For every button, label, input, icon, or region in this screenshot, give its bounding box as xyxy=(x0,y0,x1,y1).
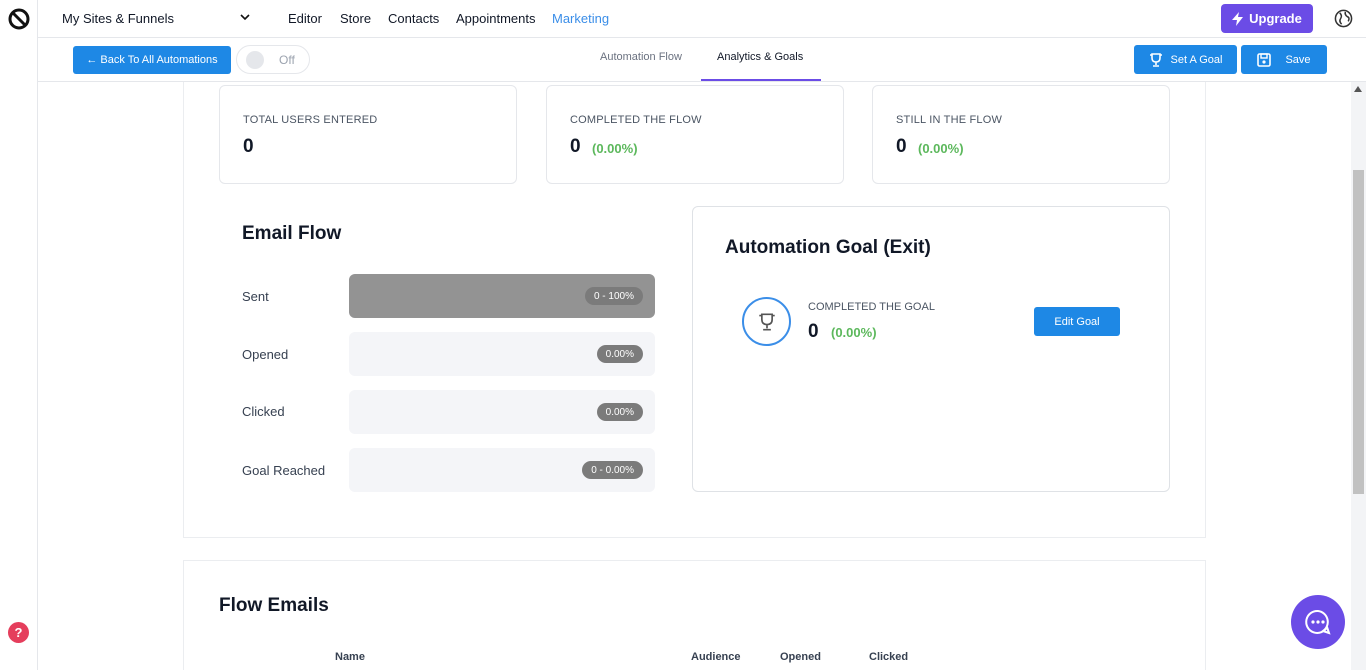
set-goal-label: Set A Goal xyxy=(1170,53,1223,66)
site-select[interactable]: My Sites & Funnels xyxy=(62,11,174,26)
chevron-down-icon[interactable] xyxy=(240,12,250,22)
flow-label-goal-reached: Goal Reached xyxy=(242,463,326,478)
globe-icon[interactable] xyxy=(1334,9,1353,28)
upgrade-label: Upgrade xyxy=(1249,11,1302,26)
flow-badge: 0.00% xyxy=(596,403,643,421)
column-header-opened[interactable]: Opened xyxy=(780,651,821,663)
stat-still-in-flow: STILL IN THE FLOW 0 (0.00%) xyxy=(872,85,1170,184)
edit-goal-button[interactable]: Edit Goal xyxy=(1034,307,1120,336)
top-navigation: My Sites & Funnels Editor Store Contacts… xyxy=(38,0,1366,38)
goal-label: COMPLETED THE GOAL xyxy=(808,301,935,313)
nav-editor[interactable]: Editor xyxy=(288,11,322,26)
lightning-icon xyxy=(1232,11,1244,26)
app-logo-icon[interactable] xyxy=(8,8,30,30)
stat-completed-flow: COMPLETED THE FLOW 0 (0.00%) xyxy=(546,85,844,184)
goal-trophy xyxy=(742,297,791,346)
stat-total-users: TOTAL USERS ENTERED 0 xyxy=(219,85,517,184)
stat-label: STILL IN THE FLOW xyxy=(896,114,1003,126)
stat-percent: (0.00%) xyxy=(592,141,638,156)
upgrade-button[interactable]: Upgrade xyxy=(1221,4,1313,33)
email-flow-title: Email Flow xyxy=(242,223,342,244)
tab-automation-flow[interactable]: Automation Flow xyxy=(600,51,682,63)
flow-bar-clicked: 0.00% xyxy=(349,390,655,434)
set-goal-button[interactable]: Set A Goal xyxy=(1134,45,1237,74)
goal-value: 0 xyxy=(808,321,819,342)
flow-badge: 0.00% xyxy=(596,345,643,363)
column-header-name[interactable]: Name xyxy=(335,651,365,663)
nav-marketing[interactable]: Marketing xyxy=(552,11,609,26)
toggle-label: Off xyxy=(279,53,295,67)
toggle-knob xyxy=(246,51,264,69)
flow-bar-goal-reached: 0 - 0.00% xyxy=(349,448,655,492)
scrollbar-thumb[interactable] xyxy=(1353,170,1364,494)
flow-label-opened: Opened xyxy=(242,347,289,362)
flow-badge: 0 - 0.00% xyxy=(582,461,643,479)
column-header-clicked[interactable]: Clicked xyxy=(869,651,908,663)
flow-emails-title: Flow Emails xyxy=(219,595,329,616)
save-icon xyxy=(1257,52,1272,67)
nav-appointments[interactable]: Appointments xyxy=(456,11,536,26)
stat-value: 0 xyxy=(243,136,254,157)
stat-percent: (0.00%) xyxy=(918,141,964,156)
goal-percent: (0.00%) xyxy=(831,325,877,340)
stat-label: TOTAL USERS ENTERED xyxy=(243,114,378,126)
scroll-up-icon[interactable] xyxy=(1354,86,1362,92)
automation-toolbar: ← Back To All Automations Off Automation… xyxy=(38,38,1366,82)
automation-goal-title: Automation Goal (Exit) xyxy=(725,237,931,258)
nav-store[interactable]: Store xyxy=(340,11,371,26)
automation-toggle[interactable]: Off xyxy=(236,45,310,74)
flow-label-sent: Sent xyxy=(242,289,269,304)
stat-value: 0 xyxy=(896,136,907,157)
save-label: Save xyxy=(1285,53,1311,66)
flow-bar-sent: 0 - 100% xyxy=(349,274,655,318)
flow-badge: 0 - 100% xyxy=(584,287,643,305)
help-icon[interactable]: ? xyxy=(8,622,29,643)
nav-contacts[interactable]: Contacts xyxy=(388,11,439,26)
active-tab-indicator xyxy=(701,79,821,81)
stat-value: 0 xyxy=(570,136,581,157)
chat-button[interactable] xyxy=(1291,595,1345,649)
flow-label-clicked: Clicked xyxy=(242,404,285,419)
save-button[interactable]: Save xyxy=(1241,45,1327,74)
left-rail: ? xyxy=(0,0,38,670)
column-header-audience[interactable]: Audience xyxy=(691,651,741,663)
chat-bubble-icon xyxy=(1305,609,1331,635)
back-to-automations-button[interactable]: ← Back To All Automations xyxy=(73,46,231,74)
trophy-icon xyxy=(758,312,775,331)
flow-bar-opened: 0.00% xyxy=(349,332,655,376)
stat-label: COMPLETED THE FLOW xyxy=(570,114,702,126)
tab-analytics-goals[interactable]: Analytics & Goals xyxy=(717,51,803,63)
trophy-icon xyxy=(1149,52,1162,67)
